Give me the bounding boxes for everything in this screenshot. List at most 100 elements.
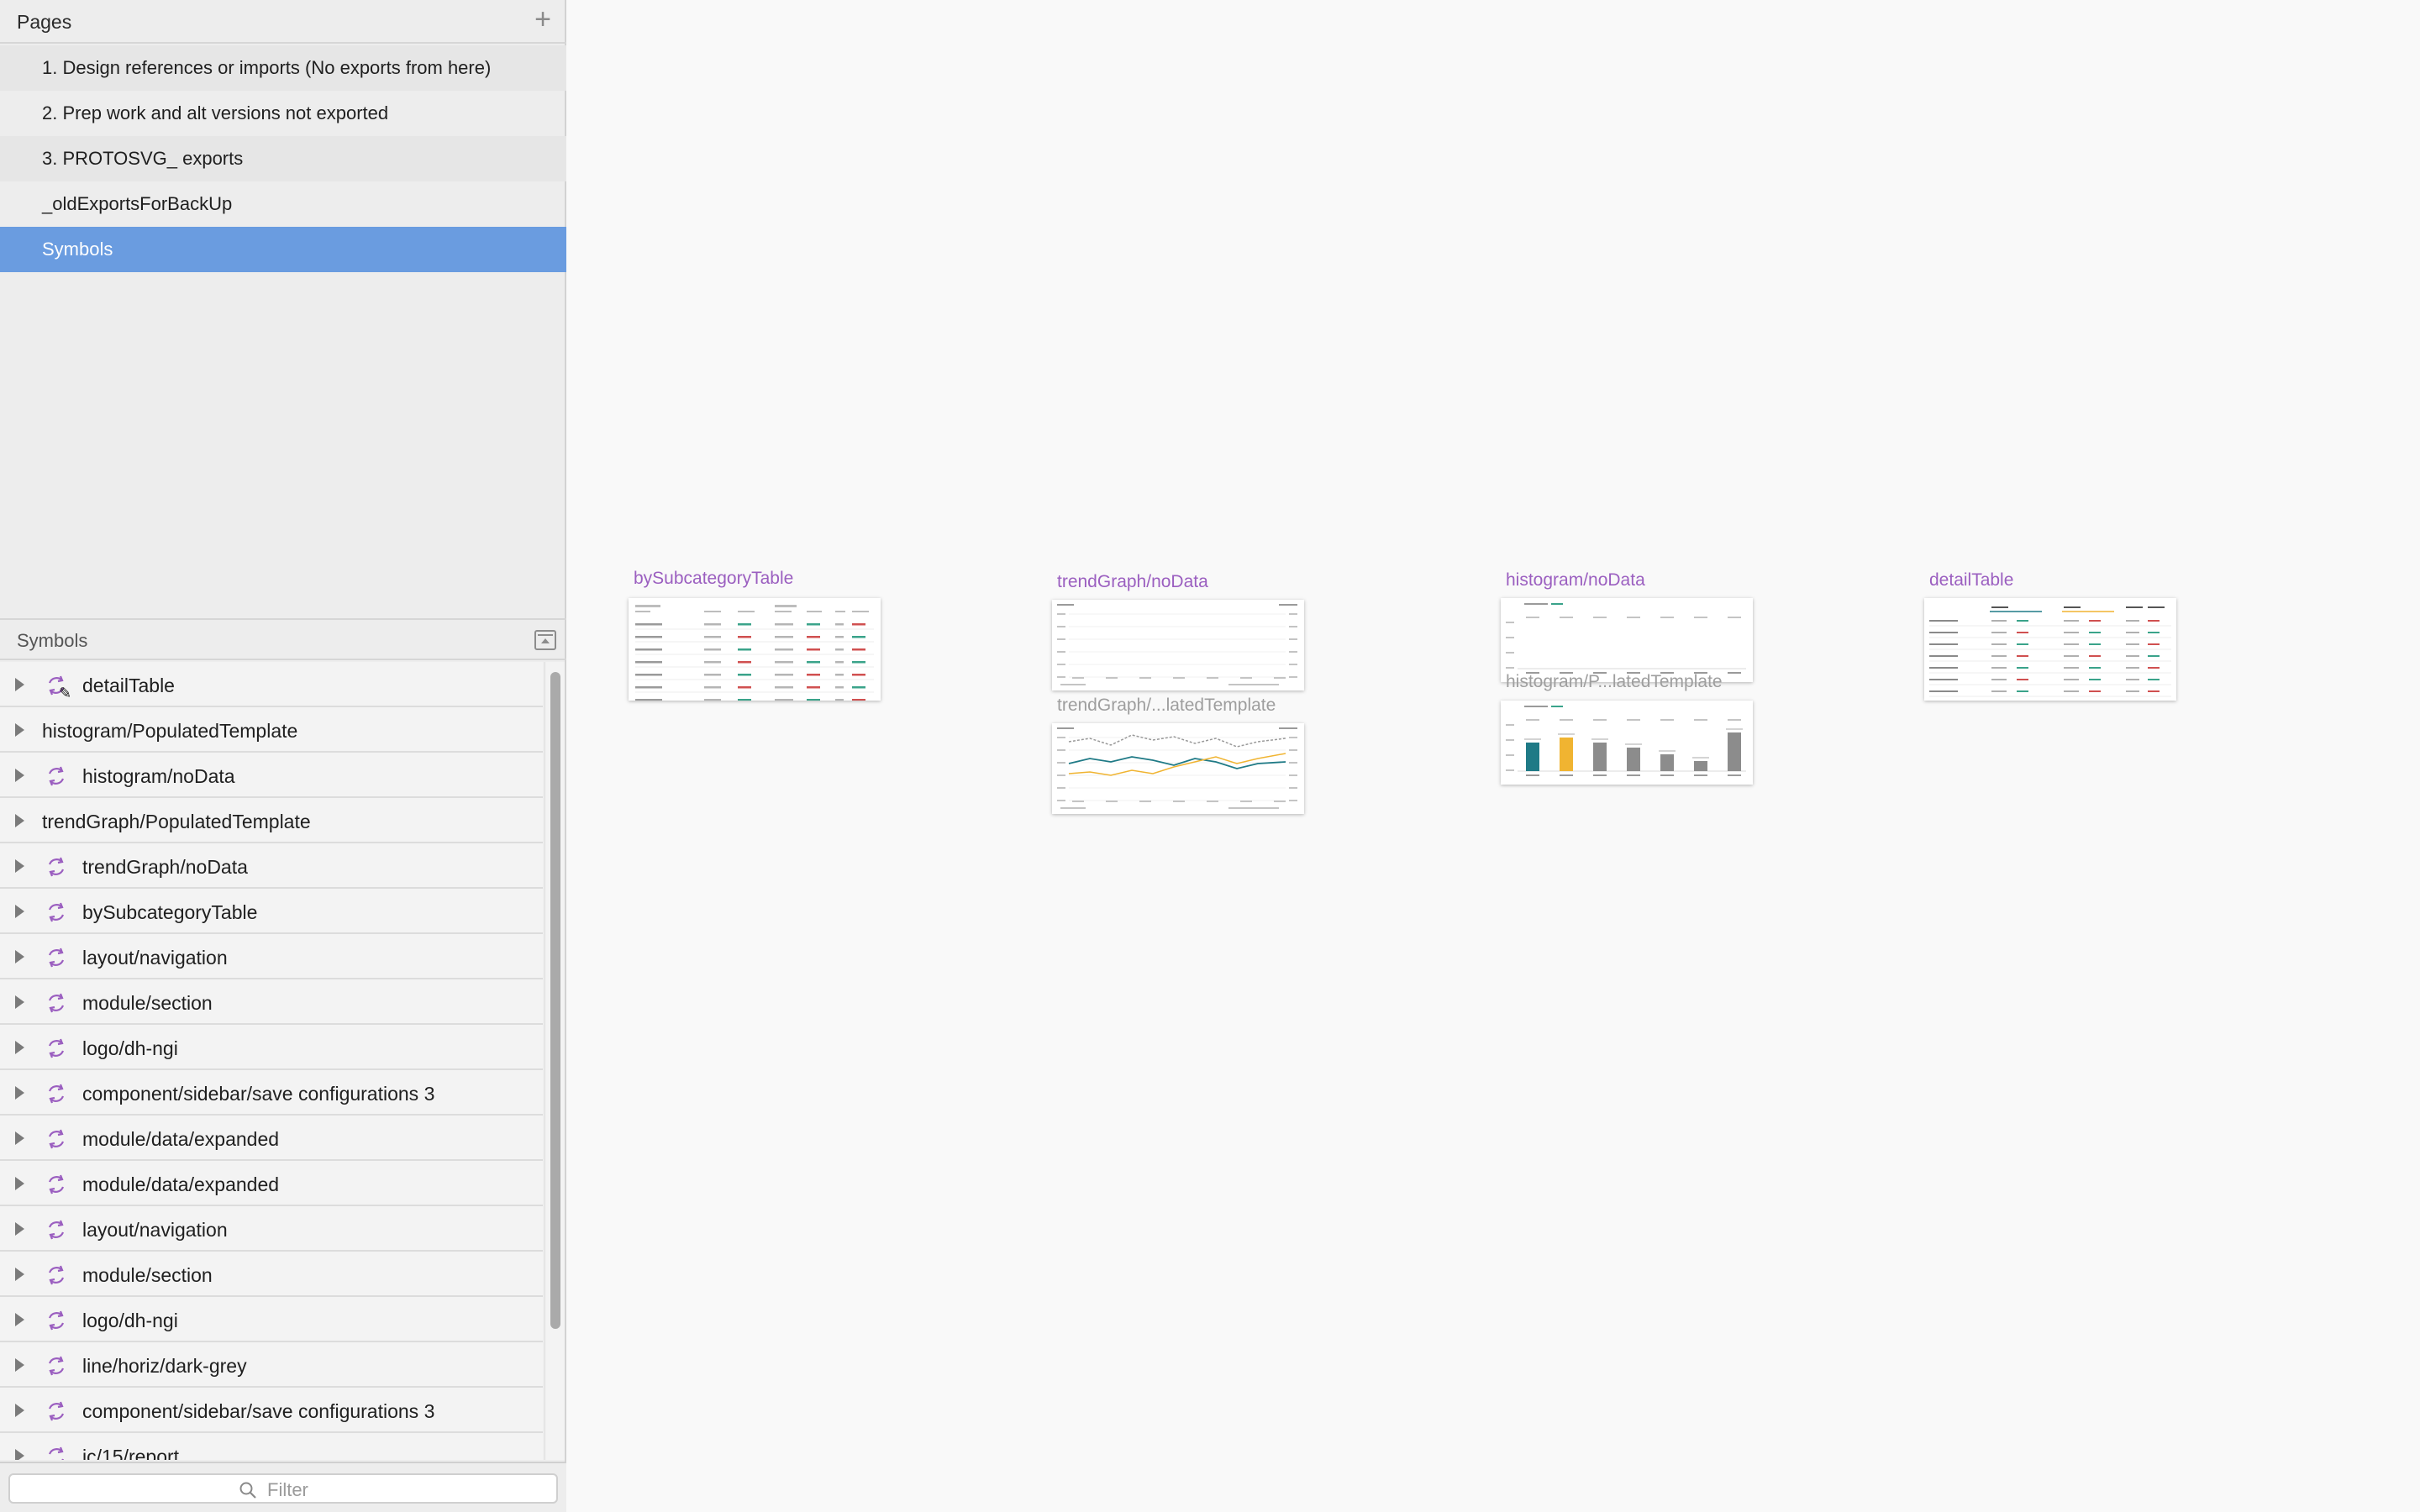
disclosure-triangle-icon[interactable]	[15, 995, 24, 1009]
page-item[interactable]: 2. Prep work and alt versions not export…	[0, 91, 566, 136]
thumbnail-mark	[1207, 801, 1218, 802]
layer-row[interactable]: layout/navigation	[0, 934, 543, 979]
thumbnail-mark	[2126, 643, 2139, 645]
disclosure-triangle-icon[interactable]	[15, 1268, 24, 1281]
thumbnail-mark	[2017, 620, 2028, 622]
disclosure-triangle-icon[interactable]	[15, 769, 24, 782]
thumbnail-mark	[635, 699, 662, 701]
thumbnail-mark	[2017, 679, 2028, 680]
thumbnail-mark	[2089, 690, 2101, 692]
thumbnail-mark	[738, 661, 751, 664]
disclosure-triangle-icon[interactable]	[15, 950, 24, 963]
artboard-label[interactable]: trendGraph/noData	[1057, 572, 1208, 592]
disclosure-triangle-icon[interactable]	[15, 1177, 24, 1190]
thumbnail-mark	[2148, 655, 2160, 657]
artboard-trendgraph-populated[interactable]	[1052, 723, 1304, 814]
layer-row[interactable]: component/sidebar/save configurations 3	[0, 1070, 543, 1116]
thumbnail-mark	[835, 636, 844, 638]
artboard-label[interactable]: trendGraph/...latedTemplate	[1057, 696, 1276, 716]
thumbnail-mark	[2089, 679, 2101, 680]
layer-label: detailTable	[82, 675, 175, 696]
page-item-selected[interactable]: Symbols	[0, 227, 566, 272]
thumbnail-mark	[1524, 706, 1548, 707]
thumbnail-mark	[1593, 617, 1607, 618]
thumbnail-mark	[704, 674, 721, 676]
thumbnail-mark	[1289, 737, 1297, 738]
pages-title: Pages	[17, 11, 72, 33]
disclosure-triangle-icon[interactable]	[15, 1358, 24, 1372]
thumbnail-mark	[1593, 719, 1607, 721]
layer-row[interactable]: bySubcategoryTable	[0, 889, 543, 934]
disclosure-triangle-icon[interactable]	[15, 1041, 24, 1054]
layer-row[interactable]: logo/dh-ngi	[0, 1025, 543, 1070]
disclosure-triangle-icon[interactable]	[15, 1222, 24, 1236]
scrollbar-thumb[interactable]	[550, 672, 560, 1329]
thumbnail-mark	[704, 699, 721, 701]
thumbnail-mark	[775, 636, 793, 638]
disclosure-triangle-icon[interactable]	[15, 1131, 24, 1145]
layer-row[interactable]: histogram/noData	[0, 753, 543, 798]
thumbnail-mark	[1560, 719, 1573, 721]
layer-label: bySubcategoryTable	[82, 901, 258, 923]
thumbnail-mark	[635, 674, 662, 676]
page-label: 2. Prep work and alt versions not export…	[42, 102, 389, 123]
thumbnail-mark	[775, 623, 793, 626]
layer-row[interactable]: ✎ detailTable	[0, 662, 543, 707]
artboard-histogram-populated[interactable]	[1501, 701, 1753, 785]
thumbnail-mark	[738, 686, 751, 689]
layer-row[interactable]: layout/navigation	[0, 1206, 543, 1252]
layer-row[interactable]: trendGraph/PopulatedTemplate	[0, 798, 543, 843]
artboard-detailtable[interactable]	[1924, 598, 2176, 701]
disclosure-triangle-icon[interactable]	[15, 814, 24, 827]
thumbnail-mark	[1057, 651, 1065, 653]
page-item[interactable]: _oldExportsForBackUp	[0, 181, 566, 227]
layer-list-scrollbar[interactable]	[544, 662, 565, 1460]
disclosure-triangle-icon[interactable]	[15, 859, 24, 873]
disclosure-triangle-icon[interactable]	[15, 1449, 24, 1460]
artboard-label[interactable]: histogram/P...latedTemplate	[1506, 672, 1723, 692]
collapse-all-icon[interactable]	[534, 630, 556, 650]
disclosure-triangle-icon[interactable]	[15, 678, 24, 691]
artboard-trendgraph-nodata[interactable]	[1052, 600, 1304, 690]
thumbnail-mark	[1228, 807, 1279, 809]
page-label: _oldExportsForBackUp	[42, 193, 233, 214]
thumbnail-mark	[775, 686, 793, 689]
artboard-bysubcategorytable[interactable]	[629, 598, 881, 701]
thumbnail-mark	[1929, 667, 1958, 669]
artboard-label[interactable]: detailTable	[1929, 570, 2013, 591]
plus-icon[interactable]: +	[531, 5, 555, 34]
artboard-label[interactable]: bySubcategoryTable	[634, 569, 793, 589]
thumbnail-mark	[775, 648, 793, 651]
filter-input[interactable]: Filter	[8, 1473, 558, 1504]
disclosure-triangle-icon[interactable]	[15, 905, 24, 918]
pages-list: 1. Design references or imports (No expo…	[0, 45, 566, 272]
layer-row[interactable]: component/sidebar/save configurations 3	[0, 1388, 543, 1433]
thumbnail-mark	[1526, 719, 1539, 721]
thumbnail-mark	[1057, 626, 1065, 627]
layer-row[interactable]: module/data/expanded	[0, 1161, 543, 1206]
layer-row[interactable]: ic/15/report	[0, 1433, 543, 1460]
layer-row[interactable]: trendGraph/noData	[0, 843, 543, 889]
layer-row[interactable]: logo/dh-ngi	[0, 1297, 543, 1342]
layer-row[interactable]: line/horiz/dark-grey	[0, 1342, 543, 1388]
artboard-label[interactable]: histogram/noData	[1506, 570, 1645, 591]
disclosure-triangle-icon[interactable]	[15, 723, 24, 737]
layer-row[interactable]: module/section	[0, 1252, 543, 1297]
empty-trend-chart-thumbnail	[1057, 604, 1297, 685]
layer-row[interactable]: module/section	[0, 979, 543, 1025]
disclosure-triangle-icon[interactable]	[15, 1086, 24, 1100]
thumbnail-mark	[1728, 774, 1741, 776]
bar	[1627, 748, 1640, 771]
disclosure-triangle-icon[interactable]	[15, 1404, 24, 1417]
layer-row[interactable]: histogram/PopulatedTemplate	[0, 707, 543, 753]
pages-header: Pages +	[0, 0, 566, 44]
page-item[interactable]: 1. Design references or imports (No expo…	[0, 45, 566, 91]
disclosure-triangle-icon[interactable]	[15, 1313, 24, 1326]
thumbnail-mark	[1057, 676, 1065, 678]
artboard-histogram-nodata[interactable]	[1501, 598, 1753, 682]
layer-row[interactable]: module/data/expanded	[0, 1116, 543, 1161]
page-item[interactable]: 3. PROTOSVG_ exports	[0, 136, 566, 181]
thumbnail-mark	[1728, 672, 1741, 674]
canvas[interactable]: bySubcategoryTable trendGraph/noData tre…	[568, 0, 2420, 1512]
thumbnail-mark	[1289, 676, 1297, 678]
